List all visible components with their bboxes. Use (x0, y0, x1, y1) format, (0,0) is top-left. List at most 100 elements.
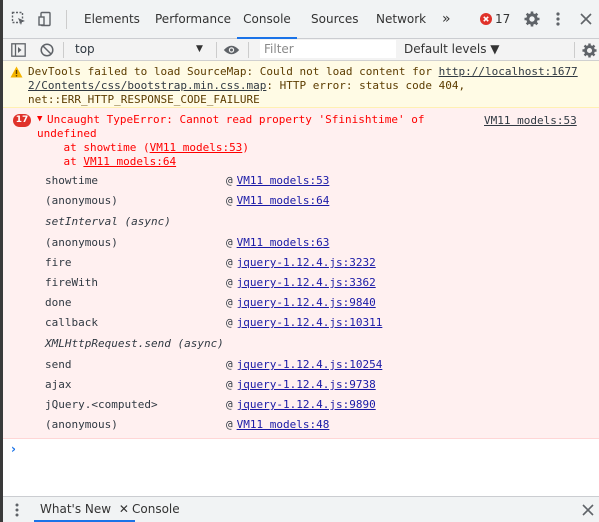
stack-at-sign: @ (226, 174, 233, 187)
error-source-link[interactable]: VM11 models:53 (484, 114, 577, 127)
warning-icon (10, 66, 23, 78)
stack-frame-location: @ VM11 models:53 (226, 174, 329, 187)
error-at-prefix-1: at showtime ( (37, 141, 150, 154)
stack-frame-link[interactable]: VM11 models:48 (237, 418, 330, 431)
stack-frame-location: @ jquery-1.12.4.js:3362 (226, 276, 376, 289)
expand-error-toggle[interactable]: ▼ (37, 114, 42, 124)
settings-gear-icon[interactable] (524, 11, 540, 27)
tab-elements[interactable]: Elements (84, 0, 140, 39)
stack-frame-link[interactable]: jquery-1.12.4.js:9840 (237, 296, 376, 309)
close-devtools-icon[interactable] (579, 12, 593, 26)
stack-async-separator: setInterval (async) (45, 215, 171, 228)
context-dropdown-icon: ▼ (196, 44, 203, 54)
error-at-link-1[interactable]: VM11 models:53 (150, 141, 243, 154)
toolbar-divider (63, 42, 64, 58)
warning-text-2: : HTTP error: status code 404, (266, 79, 466, 92)
stack-frame-location: @ jquery-1.12.4.js:9890 (226, 398, 376, 411)
stack-frame-link[interactable]: VM11 models:64 (237, 194, 330, 207)
stack-frame-link[interactable]: jquery-1.12.4.js:9890 (237, 398, 376, 411)
stack-at-sign: @ (226, 256, 233, 269)
stack-frame-function: jQuery.<computed> (45, 398, 158, 411)
devtools-drawer: What's New ✕ Console (3, 496, 599, 522)
stack-frame-link[interactable]: VM11 models:63 (237, 236, 330, 249)
stack-frame-location: @ jquery-1.12.4.js:3232 (226, 256, 376, 269)
stack-frame-link[interactable]: jquery-1.12.4.js:9738 (237, 378, 376, 391)
error-message-line-2: undefined (37, 127, 97, 140)
sourcemap-url-link-cont[interactable]: 2/Contents/css/bootstrap.min.css.map (28, 79, 266, 92)
stack-at-sign: @ (226, 398, 233, 411)
error-count-label[interactable]: 17 (495, 0, 510, 39)
tab-network[interactable]: Network (376, 0, 426, 39)
stack-frame-function: showtime (45, 174, 98, 187)
stack-frame-link[interactable]: jquery-1.12.4.js:10311 (237, 316, 383, 329)
stack-frame-link[interactable]: jquery-1.12.4.js:3362 (237, 276, 376, 289)
console-toolbar: top ▼ Default levels ▼ (3, 39, 599, 61)
toolbar-divider-3 (248, 42, 249, 58)
stack-frame-function: fireWith (45, 276, 98, 289)
show-sidebar-icon[interactable] (10, 42, 26, 58)
error-at-link-2[interactable]: VM11 models:64 (83, 155, 176, 168)
stack-at-sign: @ (226, 418, 233, 431)
error-at-line-2: at VM11 models:64 (37, 155, 176, 168)
stack-frame-function: send (45, 358, 72, 371)
stack-frame-location: @ jquery-1.12.4.js:9840 (226, 296, 376, 309)
stack-frame-location: @ VM11 models:48 (226, 418, 329, 431)
context-selector-value: top (75, 42, 95, 56)
error-at-line-1: at showtime (VM11 models:53) (37, 141, 248, 154)
stack-frame-function: fire (45, 256, 72, 269)
console-settings-gear-icon[interactable] (581, 42, 597, 58)
stack-frame-location: @ jquery-1.12.4.js:10254 (226, 358, 382, 371)
stack-frame-function: (anonymous) (45, 418, 118, 431)
device-toolbar-icon[interactable] (38, 11, 54, 27)
error-at-prefix-2: at (37, 155, 84, 168)
stack-frame-location: @ VM11 models:63 (226, 236, 329, 249)
more-options-icon[interactable] (553, 11, 563, 27)
log-levels-dropdown[interactable]: Default levels ▼ (404, 39, 500, 60)
tab-console[interactable]: Console (237, 0, 297, 39)
inspect-element-icon[interactable] (11, 11, 27, 27)
drawer-menu-icon[interactable] (13, 502, 21, 518)
sourcemap-url-link[interactable]: http://localhost:1677 (439, 65, 578, 78)
toolbar-divider-2 (216, 42, 217, 58)
tabbar-divider (66, 10, 67, 29)
stack-at-sign: @ (226, 194, 233, 207)
live-expression-eye-icon[interactable] (222, 42, 240, 58)
stack-at-sign: @ (226, 316, 233, 329)
drawer-tab-whats-new-label: What's New (40, 502, 112, 516)
uncaught-error-message: 17 ▼ Uncaught TypeError: Cannot read pro… (3, 108, 599, 439)
context-selector[interactable]: top ▼ (68, 39, 208, 60)
stack-frame-location: @ VM11 models:64 (226, 194, 329, 207)
stack-frame-link[interactable]: VM11 models:53 (237, 174, 330, 187)
toolbar-divider-4 (574, 42, 575, 58)
console-prompt-icon[interactable]: › (11, 442, 16, 456)
stack-frame-function: (anonymous) (45, 236, 118, 249)
drawer-tab-console[interactable]: Console (132, 497, 180, 522)
close-drawer-icon[interactable] (581, 503, 595, 517)
tab-performance[interactable]: Performance (155, 0, 231, 39)
error-count-icon[interactable] (480, 13, 492, 25)
stack-frame-function: done (45, 296, 72, 309)
stack-at-sign: @ (226, 236, 233, 249)
sourcemap-warning-message: DevTools failed to load SourceMap: Could… (3, 61, 599, 108)
devtools-tabbar: Elements Performance Console Sources Net… (3, 0, 599, 39)
warning-line-3: net::ERR_HTTP_RESPONSE_CODE_FAILURE (28, 93, 260, 106)
console-input[interactable] (24, 440, 594, 460)
stack-at-sign: @ (226, 358, 233, 371)
close-whats-new-icon[interactable]: ✕ (119, 502, 129, 516)
stack-frame-link[interactable]: jquery-1.12.4.js:10254 (237, 358, 383, 371)
warning-line-1: DevTools failed to load SourceMap: Could… (28, 65, 578, 78)
drawer-tab-whats-new[interactable]: What's New ✕ (34, 497, 135, 522)
stack-frame-function: ajax (45, 378, 72, 391)
stack-at-sign: @ (226, 296, 233, 309)
more-tabs-button[interactable]: » (442, 0, 451, 39)
stack-frame-function: callback (45, 316, 98, 329)
filter-input[interactable] (260, 40, 396, 58)
warning-line-2: 2/Contents/css/bootstrap.min.css.map: HT… (28, 79, 465, 92)
stack-frame-link[interactable]: jquery-1.12.4.js:3232 (237, 256, 376, 269)
stack-frame-function: (anonymous) (45, 194, 118, 207)
error-source-location: VM11 models:53 (484, 114, 577, 127)
warning-text-1: DevTools failed to load SourceMap: Could… (28, 65, 439, 78)
error-repeat-badge: 17 (13, 114, 31, 127)
clear-console-icon[interactable] (39, 42, 55, 58)
tab-sources[interactable]: Sources (311, 0, 358, 39)
